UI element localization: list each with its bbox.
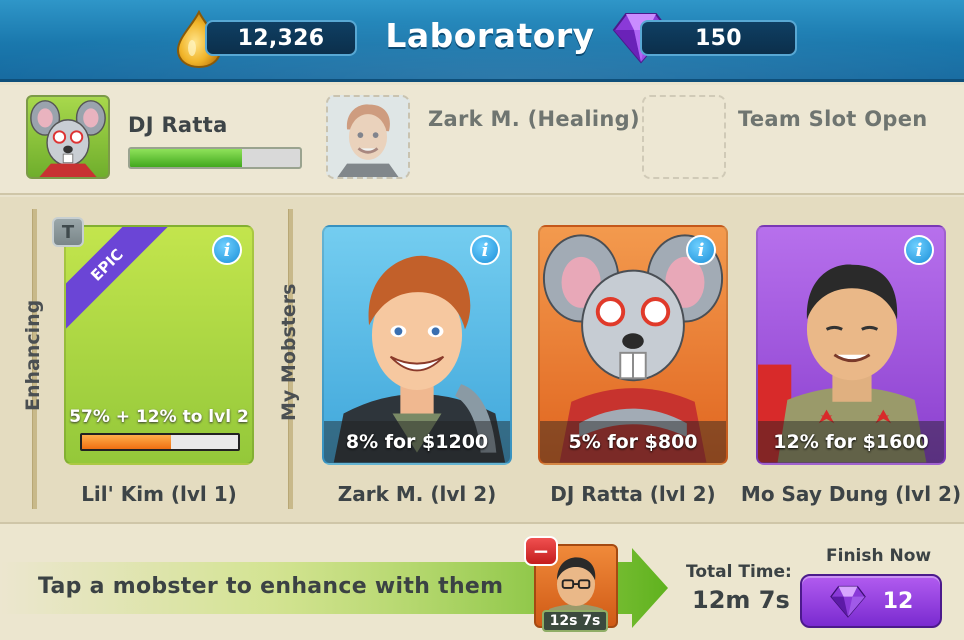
my-mobsters-section-label: My Mobsters xyxy=(278,283,300,421)
team-slot-dj-ratta[interactable] xyxy=(26,95,110,179)
enhance-cost-label: 8% for $1200 xyxy=(324,421,510,463)
finish-now-cost: 12 xyxy=(882,588,914,614)
mobster-card-dj-ratta[interactable]: i 5% for $800 xyxy=(538,225,728,465)
purple-gem-icon xyxy=(829,585,866,618)
mobster-card-mo-say-dung[interactable]: i 12% for $1600 xyxy=(756,225,946,465)
total-time-label: Total Time: xyxy=(686,562,792,582)
enhancing-section-label: Enhancing xyxy=(22,299,44,411)
zark-mobster-avatar xyxy=(337,104,399,177)
total-time-value: 12m 7s xyxy=(692,586,790,614)
top-bar: 12,326 Laboratory 150 xyxy=(0,0,964,82)
queue-timer: 12s 7s xyxy=(542,610,608,632)
enhance-progress-fill xyxy=(82,435,171,449)
team-slot-name: Team Slot Open xyxy=(738,107,928,131)
gem-counter: 150 xyxy=(640,20,797,56)
enhancing-mobster-name: Lil' Kim (lvl 1) xyxy=(81,482,237,506)
queue-hint-text: Tap a mobster to enhance with them xyxy=(38,574,504,599)
enhancing-mobster-card[interactable]: EPIC i 57% + 12% to lvl 2 xyxy=(64,225,254,465)
lab-main-area: Enhancing My Mobsters EPIC i 57% + 12% t… xyxy=(0,197,964,522)
mobster-card-zark[interactable]: i 8% for $1200 xyxy=(322,225,512,465)
rat-mobster-avatar xyxy=(30,100,106,177)
health-bar-fill xyxy=(130,149,243,167)
info-icon[interactable]: i xyxy=(686,235,716,265)
info-icon[interactable]: i xyxy=(212,235,242,265)
remove-from-queue-button[interactable]: − xyxy=(524,536,558,566)
mobster-name: Zark M. (lvl 2) xyxy=(337,482,497,506)
team-row: DJ Ratta Zark M. (Healing) Team Slot Ope… xyxy=(0,85,964,195)
info-icon[interactable]: i xyxy=(470,235,500,265)
team-slot-name: Zark M. (Healing) xyxy=(428,107,640,131)
team-slot-zark-healing[interactable] xyxy=(326,95,410,179)
team-slot-empty[interactable] xyxy=(642,95,726,179)
mobster-name: DJ Ratta (lvl 2) xyxy=(550,482,716,506)
enhance-cost-label: 12% for $1600 xyxy=(758,421,944,463)
page-title: Laboratory xyxy=(385,16,595,55)
t-badge: T xyxy=(52,217,84,247)
health-bar xyxy=(128,147,302,169)
team-slot-name: DJ Ratta xyxy=(128,113,228,137)
oil-counter: 12,326 xyxy=(205,20,357,56)
enhance-progress-bar xyxy=(80,433,240,451)
finish-now-label: Finish Now xyxy=(826,546,932,566)
enhance-queue-bar: Tap a mobster to enhance with them 12s 7… xyxy=(0,522,964,640)
enhance-progress-text: 57% + 12% to lvl 2 xyxy=(69,407,249,427)
enhance-cost-label: 5% for $800 xyxy=(540,421,726,463)
mobster-name: Mo Say Dung (lvl 2) xyxy=(740,482,962,506)
finish-now-button[interactable]: 12 xyxy=(800,574,942,628)
info-icon[interactable]: i xyxy=(904,235,934,265)
